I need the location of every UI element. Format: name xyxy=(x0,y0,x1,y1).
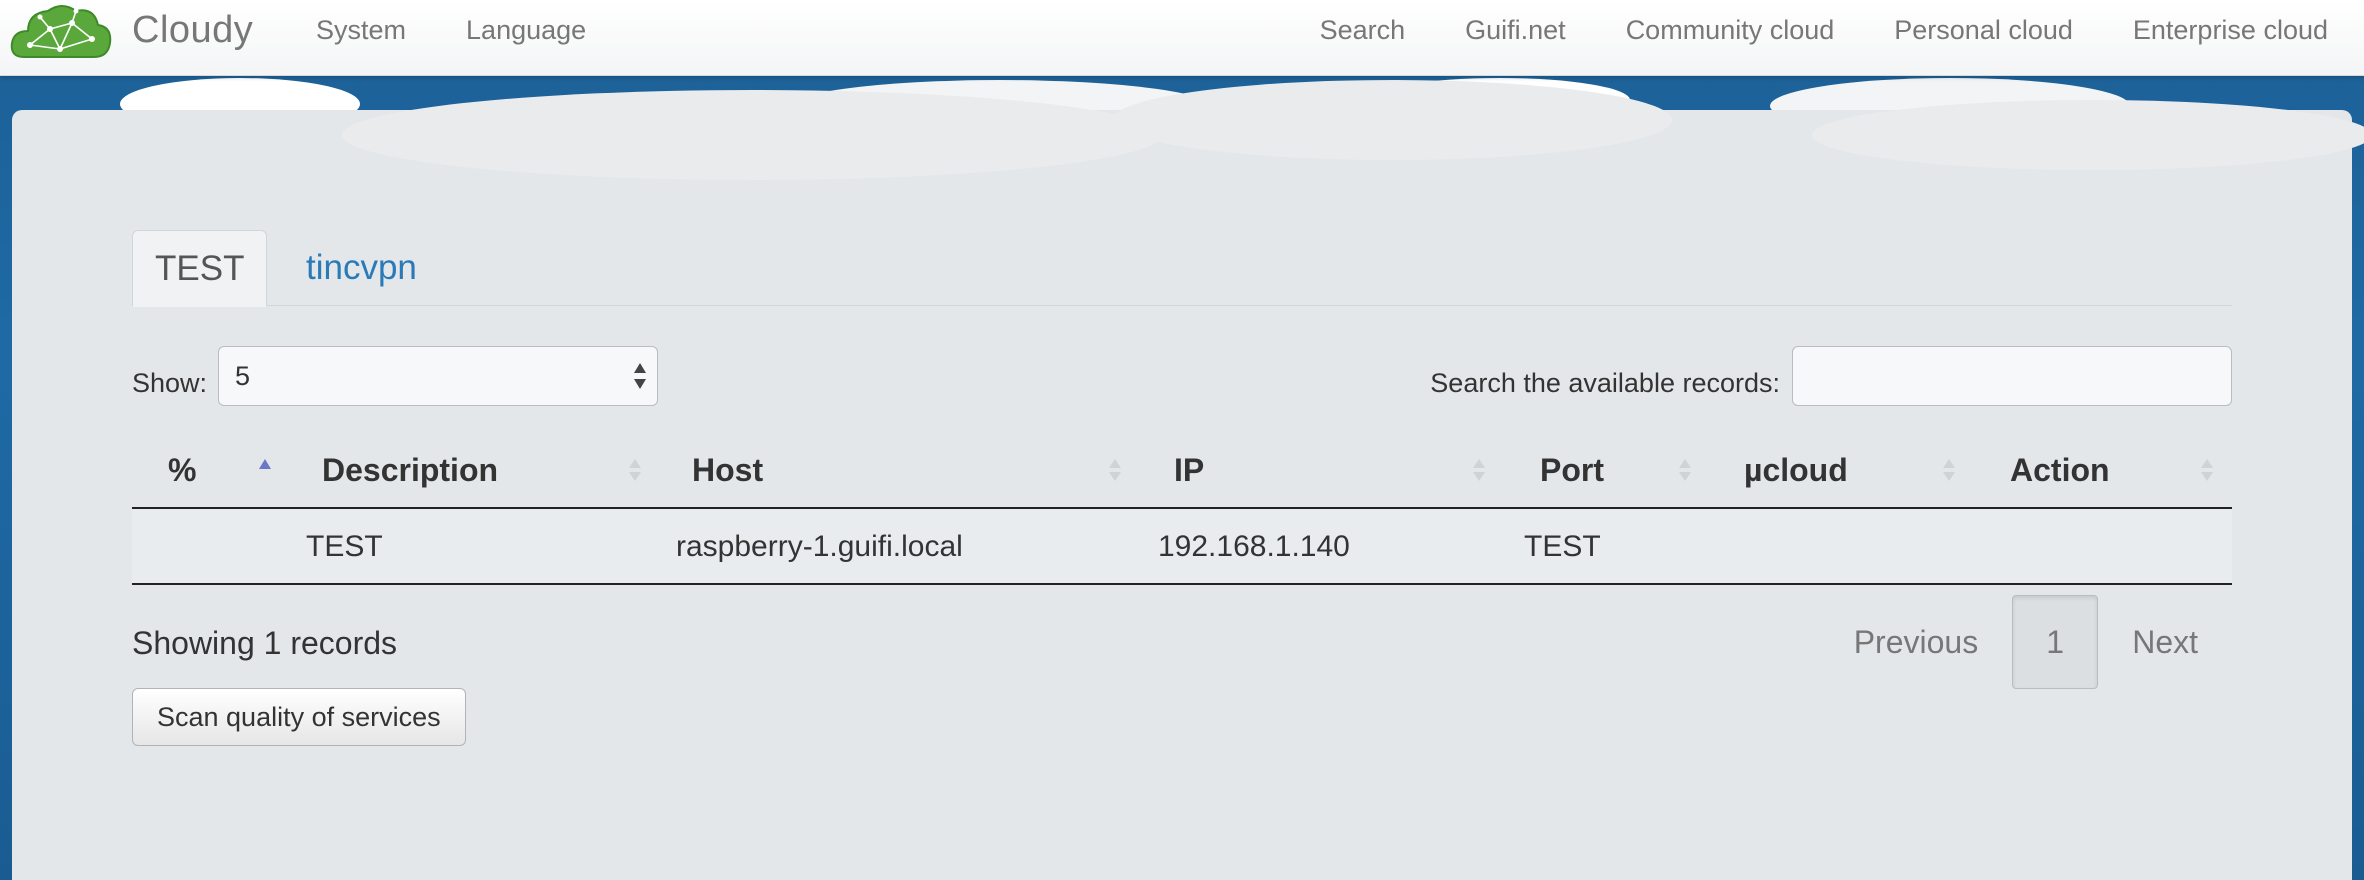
scan-quality-button[interactable]: Scan quality of services xyxy=(132,688,466,746)
column-header-host[interactable]: Host xyxy=(692,431,763,509)
nav-item-guifi[interactable]: Guifi.net xyxy=(1435,12,1596,48)
table-header: % Description Host IP Port µcloud Action xyxy=(132,431,2232,509)
cloud-shape xyxy=(1812,100,2364,170)
nav-left: System Language xyxy=(316,12,616,48)
sort-both-icon[interactable] xyxy=(1472,455,1486,485)
nav-item-language[interactable]: Language xyxy=(436,12,616,48)
column-header-label: % xyxy=(168,452,197,488)
table-controls: Show: 5 Search the available records: xyxy=(132,346,2232,426)
column-header-description[interactable]: Description xyxy=(322,431,498,509)
pagination: Previous 1 Next xyxy=(1820,595,2232,689)
sort-asc-icon[interactable] xyxy=(258,455,272,485)
table-footer: Showing 1 records Previous 1 Next xyxy=(132,585,2232,695)
sort-both-icon[interactable] xyxy=(628,455,642,485)
column-header-ip[interactable]: IP xyxy=(1174,431,1204,509)
cloud-shape xyxy=(1112,80,1672,160)
column-header-action[interactable]: Action xyxy=(2010,431,2110,509)
previous-page-button[interactable]: Previous xyxy=(1820,624,2013,661)
search-input[interactable] xyxy=(1792,346,2232,406)
content: TEST tincvpn Show: 5 Search the availabl… xyxy=(132,230,2232,695)
nav-item-search[interactable]: Search xyxy=(1290,12,1436,48)
table-row[interactable]: TEST raspberry-1.guifi.local 192.168.1.1… xyxy=(132,509,2232,585)
next-page-button[interactable]: Next xyxy=(2098,624,2232,661)
select-arrows-icon xyxy=(634,363,646,389)
column-header-port[interactable]: Port xyxy=(1540,431,1604,509)
column-header-label: IP xyxy=(1174,452,1205,488)
nav-item-personal-cloud[interactable]: Personal cloud xyxy=(1864,12,2103,48)
records-table: % Description Host IP Port µcloud Action… xyxy=(132,431,2232,585)
top-navbar: Cloudy System Language Search Guifi.net … xyxy=(0,0,2364,76)
nav-item-community-cloud[interactable]: Community cloud xyxy=(1596,12,1865,48)
show-entries-value: 5 xyxy=(235,361,251,391)
cell-host: raspberry-1.guifi.local xyxy=(676,530,963,563)
nav-item-system[interactable]: System xyxy=(316,12,436,48)
tab-test[interactable]: TEST xyxy=(132,230,268,307)
column-header-percent[interactable]: % xyxy=(168,431,196,509)
search-label: Search the available records: xyxy=(1430,368,1780,398)
tab-bar: TEST tincvpn xyxy=(132,230,2232,307)
sort-both-icon[interactable] xyxy=(1942,455,1956,485)
nav-right: Search Guifi.net Community cloud Persona… xyxy=(1290,12,2328,48)
cell-port: TEST xyxy=(1524,530,1601,563)
brand[interactable]: Cloudy xyxy=(10,0,253,60)
brand-name: Cloudy xyxy=(132,8,254,51)
cell-ip: 192.168.1.140 xyxy=(1158,530,1350,563)
cloud-shape xyxy=(342,90,1162,180)
column-header-label: Host xyxy=(692,452,764,488)
records-count: Showing 1 records xyxy=(132,625,398,661)
main-panel: TEST tincvpn Show: 5 Search the availabl… xyxy=(12,80,2364,880)
show-label: Show: xyxy=(132,368,208,398)
cloud-logo-icon xyxy=(10,5,112,58)
sort-both-icon[interactable] xyxy=(1108,455,1122,485)
column-header-label: Description xyxy=(322,452,499,488)
column-header-ucloud[interactable]: µcloud xyxy=(1744,431,1848,509)
sort-both-icon[interactable] xyxy=(2200,455,2214,485)
show-entries-select[interactable]: 5 xyxy=(218,346,658,406)
column-header-label: Port xyxy=(1540,452,1604,488)
nav-item-enterprise-cloud[interactable]: Enterprise cloud xyxy=(2103,12,2328,48)
cell-description: TEST xyxy=(306,530,383,563)
page-1-button[interactable]: 1 xyxy=(2012,595,2099,689)
tab-tincvpn[interactable]: tincvpn xyxy=(284,230,439,306)
column-header-label: µcloud xyxy=(1744,452,1848,488)
sort-both-icon[interactable] xyxy=(1678,455,1692,485)
column-header-label: Action xyxy=(2010,452,2110,488)
